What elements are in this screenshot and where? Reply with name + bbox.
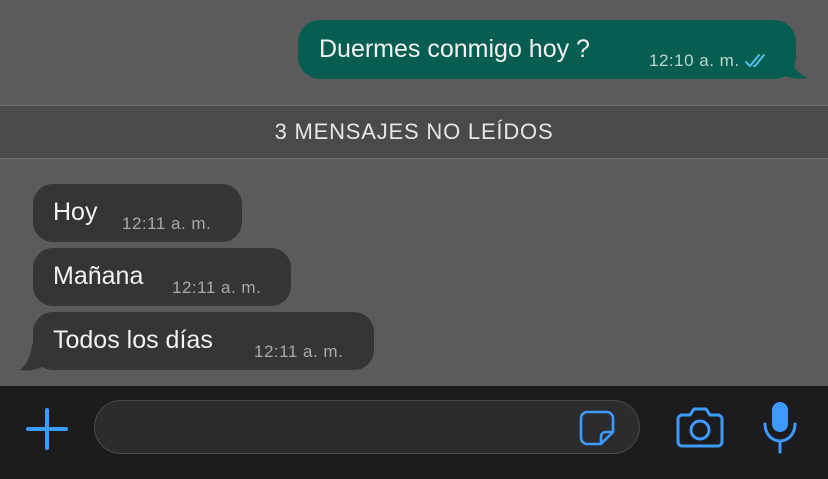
unread-messages-label: 3 MENSAJES NO LEÍDOS (274, 119, 554, 144)
incoming-message-bubble[interactable]: Todos los días 12:11 a. m. (33, 312, 374, 370)
incoming-message-text: Mañana (53, 262, 144, 290)
incoming-message-bubble[interactable]: Mañana 12:11 a. m. (33, 248, 291, 306)
plus-icon[interactable] (24, 406, 70, 452)
message-input[interactable] (115, 401, 579, 455)
message-input-bar (0, 386, 828, 479)
sticker-icon[interactable] (579, 410, 615, 446)
incoming-message-text: Hoy (53, 198, 98, 226)
outgoing-message-bubble[interactable]: Duermes conmigo hoy ? 12:10 a. m. (298, 20, 796, 79)
outgoing-message-meta: 12:10 a. m. (649, 51, 771, 71)
outgoing-message-text: Duermes conmigo hoy ? (319, 35, 590, 63)
message-text-field[interactable] (94, 400, 640, 455)
camera-icon[interactable] (676, 406, 724, 448)
incoming-message-time: 12:11 a. m. (254, 342, 344, 361)
incoming-message-bubble[interactable]: Hoy 12:11 a. m. (33, 184, 242, 242)
microphone-icon[interactable] (762, 400, 798, 454)
outgoing-message-time: 12:10 a. m. (649, 51, 740, 70)
double-check-read-icon (744, 54, 765, 67)
unread-messages-banner: 3 MENSAJES NO LEÍDOS (0, 105, 828, 159)
incoming-message-time: 12:11 a. m. (172, 278, 262, 297)
incoming-message-text: Todos los días (53, 326, 213, 354)
incoming-message-time: 12:11 a. m. (122, 214, 212, 233)
chat-area[interactable]: Duermes conmigo hoy ? 12:10 a. m. 3 MENS… (0, 0, 828, 386)
